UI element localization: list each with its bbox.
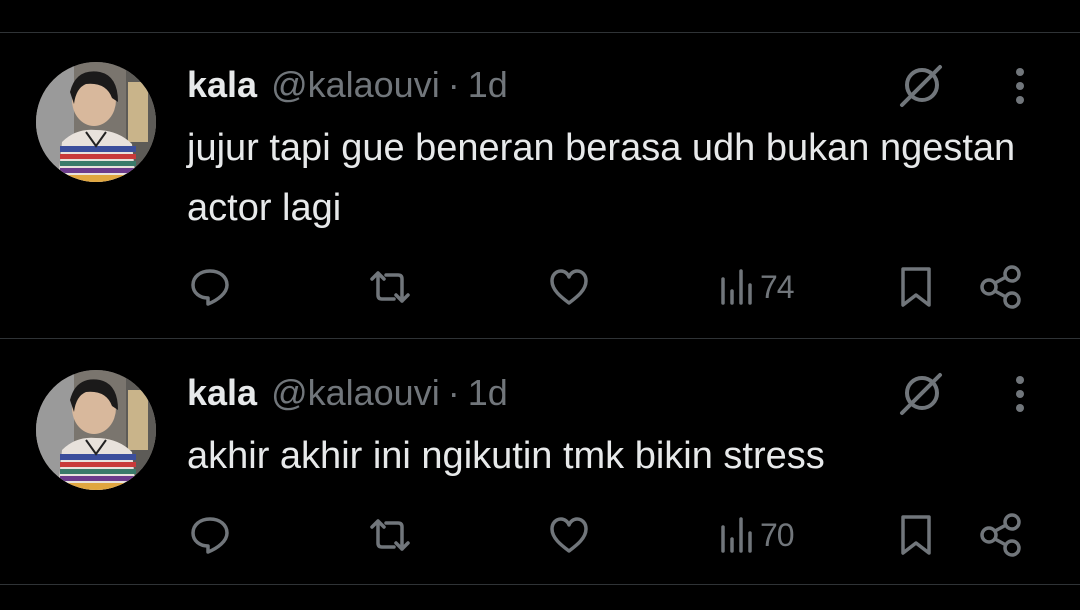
divider bbox=[0, 584, 1080, 585]
tweet-actions: 70 bbox=[0, 510, 1080, 560]
bookmark-icon bbox=[901, 267, 931, 307]
separator: · bbox=[447, 372, 460, 413]
tweet-text: akhir akhir ini ngikutin tmk bikin stres… bbox=[187, 435, 825, 477]
separator: · bbox=[447, 64, 460, 105]
retweet-button[interactable] bbox=[366, 510, 414, 560]
tweet-header: kala @kalaouvi · 1d bbox=[187, 64, 508, 106]
views-button[interactable]: 74 bbox=[718, 262, 795, 312]
tweet-actions: 74 bbox=[0, 262, 1080, 312]
retweet-icon bbox=[370, 519, 410, 551]
like-button[interactable] bbox=[547, 262, 591, 312]
more-button[interactable] bbox=[1000, 370, 1040, 418]
bookmark-icon bbox=[901, 515, 931, 555]
retweet-button[interactable] bbox=[366, 262, 414, 312]
more-icon bbox=[1016, 68, 1024, 104]
timestamp[interactable]: 1d bbox=[468, 372, 508, 414]
avatar[interactable] bbox=[36, 370, 156, 490]
tweet-header: kala @kalaouvi · 1d bbox=[187, 372, 508, 414]
like-button[interactable] bbox=[547, 510, 591, 560]
author-name[interactable]: kala bbox=[187, 372, 257, 414]
avatar-image bbox=[36, 370, 156, 490]
views-count: 74 bbox=[760, 268, 795, 305]
bookmark-button[interactable] bbox=[896, 262, 936, 312]
tweet-text: jujur tapi gue beneran berasa udh bukan … bbox=[187, 127, 1016, 229]
author-name[interactable]: kala bbox=[187, 64, 257, 106]
share-button[interactable] bbox=[978, 510, 1024, 560]
author-handle[interactable]: @kalaouvi bbox=[271, 64, 440, 106]
views-icon bbox=[721, 269, 752, 305]
timestamp[interactable]: 1d bbox=[468, 64, 508, 106]
divider bbox=[0, 32, 1080, 33]
like-icon bbox=[550, 517, 588, 553]
share-icon bbox=[980, 513, 1021, 557]
views-count: 70 bbox=[760, 516, 795, 553]
avatar[interactable] bbox=[36, 62, 156, 182]
divider bbox=[0, 338, 1080, 339]
more-button[interactable] bbox=[1000, 62, 1040, 110]
grok-icon bbox=[900, 373, 942, 415]
bookmark-button[interactable] bbox=[896, 510, 936, 560]
reply-button[interactable] bbox=[188, 262, 232, 312]
grok-icon bbox=[900, 65, 942, 107]
like-icon bbox=[550, 269, 588, 305]
grok-button[interactable] bbox=[895, 60, 947, 112]
reply-button[interactable] bbox=[188, 510, 232, 560]
reply-icon bbox=[191, 269, 229, 306]
reply-icon bbox=[191, 517, 229, 554]
views-button[interactable]: 70 bbox=[718, 510, 795, 560]
author-handle[interactable]: @kalaouvi bbox=[271, 372, 440, 414]
more-icon bbox=[1016, 376, 1024, 412]
avatar-image bbox=[36, 62, 156, 182]
tweet-feed: kala @kalaouvi · 1d jujur tapi gue bener… bbox=[0, 0, 1080, 610]
grok-button[interactable] bbox=[895, 368, 947, 420]
share-button[interactable] bbox=[978, 262, 1024, 312]
views-icon bbox=[721, 517, 752, 553]
share-icon bbox=[980, 265, 1021, 309]
retweet-icon bbox=[370, 271, 410, 303]
